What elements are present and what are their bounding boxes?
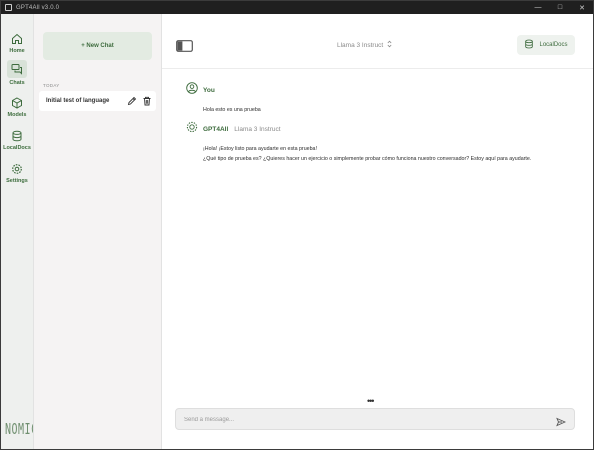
home-icon xyxy=(10,32,24,46)
window-title: GPT4All v3.0.0 xyxy=(16,4,60,11)
cube-icon xyxy=(10,96,24,110)
nav-item-chats[interactable]: Chats xyxy=(1,60,33,86)
message-input[interactable] xyxy=(184,413,544,426)
edit-pencil-icon[interactable] xyxy=(126,95,138,107)
main-chat-area: Llama 3 Instruct LocalDocs You Hola esto… xyxy=(161,14,593,449)
message-text: Hola esto es una prueba xyxy=(203,107,261,113)
nav-label-home: Home xyxy=(9,48,25,54)
chat-list-panel: + New Chat TODAY Initial test of languag… xyxy=(33,14,161,449)
gear-icon xyxy=(10,162,24,176)
localdocs-label: LocalDocs xyxy=(539,42,568,48)
nav-item-home[interactable]: Home xyxy=(1,32,33,54)
model-selector[interactable]: Llama 3 Instruct xyxy=(337,40,392,50)
message-author: GPT4All xyxy=(203,125,229,133)
close-icon[interactable]: ✕ xyxy=(571,1,593,14)
gpt4all-logo-icon xyxy=(186,120,198,138)
chat-bubbles-icon xyxy=(7,60,27,78)
app-icon xyxy=(5,4,12,11)
localdocs-button[interactable]: LocalDocs xyxy=(517,35,575,55)
maximize-icon[interactable]: □ xyxy=(549,1,571,14)
nav-label-models: Models xyxy=(7,112,27,118)
nav-rail: Home Chats Models LocalDocs Settings NOM… xyxy=(1,14,37,449)
message-model: Llama 3 Instruct xyxy=(234,125,281,133)
title-bar: GPT4All v3.0.0 — □ ✕ xyxy=(1,1,593,14)
chevron-updown-icon xyxy=(387,40,392,50)
window-controls: — □ ✕ xyxy=(527,1,593,14)
database-icon xyxy=(10,129,24,143)
user-message: You Hola esto es una prueba xyxy=(186,81,261,115)
nav-item-localdocs[interactable]: LocalDocs xyxy=(1,129,33,151)
message-text-line-1: ¡Hola! ¡Estoy listo para ayudarte en est… xyxy=(203,146,317,152)
section-label-today: TODAY xyxy=(43,83,60,88)
database-icon xyxy=(524,39,534,51)
more-options-icon[interactable]: ••• xyxy=(367,397,375,406)
new-chat-button[interactable]: + New Chat xyxy=(43,32,152,60)
nav-item-models[interactable]: Models xyxy=(1,96,33,118)
nav-label-localdocs: LocalDocs xyxy=(3,145,31,151)
minimize-icon[interactable]: — xyxy=(527,1,549,14)
assistant-message: GPT4All Llama 3 Instruct ¡Hola! ¡Estoy l… xyxy=(186,120,531,164)
trash-icon[interactable] xyxy=(141,95,153,107)
app-window: GPT4All v3.0.0 — □ ✕ Home Chats Models L… xyxy=(0,0,594,450)
chat-list-item[interactable]: Initial test of language xyxy=(39,91,156,111)
sidebar-toggle-icon[interactable] xyxy=(176,39,193,52)
message-text-line-2: ¿Qué tipo de prueba es? ¿Quieres hacer u… xyxy=(203,156,532,162)
model-name: Llama 3 Instruct xyxy=(337,41,384,49)
message-author: You xyxy=(203,86,215,94)
send-icon[interactable] xyxy=(556,414,567,427)
nav-label-chats: Chats xyxy=(9,80,25,86)
chat-title: Initial test of language xyxy=(46,98,110,104)
user-avatar-icon xyxy=(186,81,198,99)
nav-item-settings[interactable]: Settings xyxy=(1,162,33,184)
nav-label-settings: Settings xyxy=(6,178,28,184)
message-composer xyxy=(175,408,575,430)
chat-header: Llama 3 Instruct LocalDocs xyxy=(162,14,593,69)
